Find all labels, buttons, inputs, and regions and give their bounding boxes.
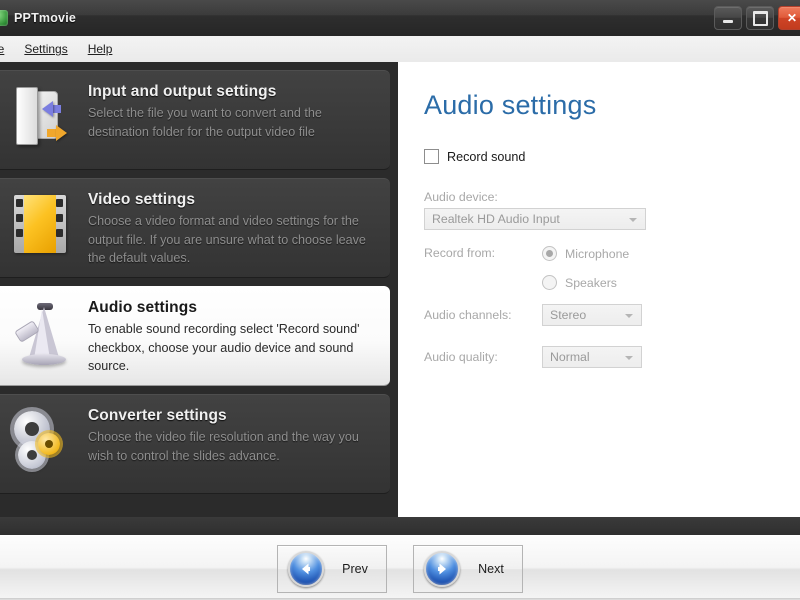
chevron-down-icon	[625, 356, 633, 360]
film-icon	[8, 189, 80, 269]
radio-speakers[interactable]	[542, 275, 557, 290]
title-bar: PPTmovie ✕	[0, 0, 800, 37]
record-sound-checkbox-row[interactable]: Record sound	[424, 149, 800, 164]
audio-quality-value: Normal	[550, 350, 590, 364]
minimize-button[interactable]	[714, 6, 742, 30]
sidebar-item-title: Converter settings	[88, 407, 227, 424]
maximize-icon	[752, 10, 768, 26]
close-button[interactable]: ✕	[778, 6, 800, 30]
record-from-label: Record from:	[424, 246, 496, 260]
sidebar-item-desc: Choose a video format and video settings…	[88, 214, 366, 266]
radio-microphone-label: Microphone	[565, 246, 630, 261]
menu-item-file-label: le	[0, 42, 5, 56]
next-button[interactable]: Next	[413, 544, 523, 593]
page-title: Audio settings	[424, 90, 597, 120]
radio-speakers-label: Speakers	[565, 275, 617, 290]
settings-panel: Audio settings Record sound Audio device…	[398, 62, 800, 517]
arrow-right-circle-icon	[424, 550, 460, 587]
menu-item-help[interactable]: Help	[79, 39, 122, 59]
chevron-down-icon	[629, 218, 637, 222]
content-area: Input and output settings Select the fil…	[0, 62, 800, 517]
audio-quality-select[interactable]: Normal	[542, 346, 642, 368]
navigation-bar: Prev Next	[0, 535, 800, 600]
sidebar-item-title: Input and output settings	[88, 83, 277, 100]
window-title: PPTmovie	[14, 11, 77, 25]
close-icon: ✕	[786, 11, 798, 25]
record-sound-label: Record sound	[447, 149, 526, 164]
radio-microphone[interactable]	[542, 246, 557, 261]
sidebar-item-audio-settings[interactable]: Audio settings To enable sound recording…	[0, 286, 390, 386]
next-button-label: Next	[478, 561, 504, 576]
menu-item-help-label: Help	[87, 42, 113, 56]
audio-device-value: Realtek HD Audio Input	[432, 212, 560, 226]
megaphone-icon	[8, 297, 80, 377]
sidebar-item-desc: To enable sound recording select 'Record…	[88, 322, 360, 374]
record-from-radio-group: Microphone Speakers	[542, 246, 629, 290]
maximize-button[interactable]	[746, 6, 774, 30]
chevron-down-icon	[625, 314, 633, 318]
sidebar-item-video-settings[interactable]: Video settings Choose a video format and…	[0, 178, 390, 278]
application-window: PPTmovie ✕ le Settings Help	[0, 0, 800, 600]
menu-item-file[interactable]: le	[0, 39, 13, 59]
audio-channels-value: Stereo	[550, 308, 587, 322]
prev-button[interactable]: Prev	[277, 544, 387, 593]
audio-device-select[interactable]: Realtek HD Audio Input	[424, 208, 646, 230]
prev-button-label: Prev	[342, 561, 368, 576]
record-sound-checkbox[interactable]	[424, 149, 439, 164]
audio-quality-label: Audio quality:	[424, 350, 498, 364]
arrow-left-circle-icon	[288, 550, 324, 587]
sidebar-item-desc: Choose the video file resolution and the…	[88, 430, 359, 463]
minimize-icon	[723, 19, 733, 23]
window-controls: ✕	[714, 6, 800, 30]
gears-icon	[8, 405, 80, 485]
audio-channels-select[interactable]: Stereo	[542, 304, 642, 326]
menu-item-settings[interactable]: Settings	[15, 39, 76, 59]
app-icon	[0, 10, 8, 26]
sidebar-item-input-output-settings[interactable]: Input and output settings Select the fil…	[0, 70, 390, 170]
radio-microphone-row[interactable]: Microphone	[542, 246, 629, 261]
audio-device-label: Audio device:	[424, 190, 498, 204]
menu-item-settings-label: Settings	[24, 42, 68, 56]
menu-bar: le Settings Help	[0, 36, 800, 63]
sidebar-item-converter-settings[interactable]: Converter settings Choose the video file…	[0, 394, 390, 494]
audio-channels-label: Audio channels:	[424, 308, 512, 322]
sidebar-item-title: Audio settings	[88, 299, 198, 316]
radio-speakers-row[interactable]: Speakers	[542, 275, 629, 290]
sidebar: Input and output settings Select the fil…	[0, 62, 398, 517]
sidebar-item-title: Video settings	[88, 191, 196, 208]
divider	[0, 517, 800, 536]
sidebar-item-desc: Select the file you want to convert and …	[88, 106, 322, 139]
folder-icon	[8, 81, 80, 161]
